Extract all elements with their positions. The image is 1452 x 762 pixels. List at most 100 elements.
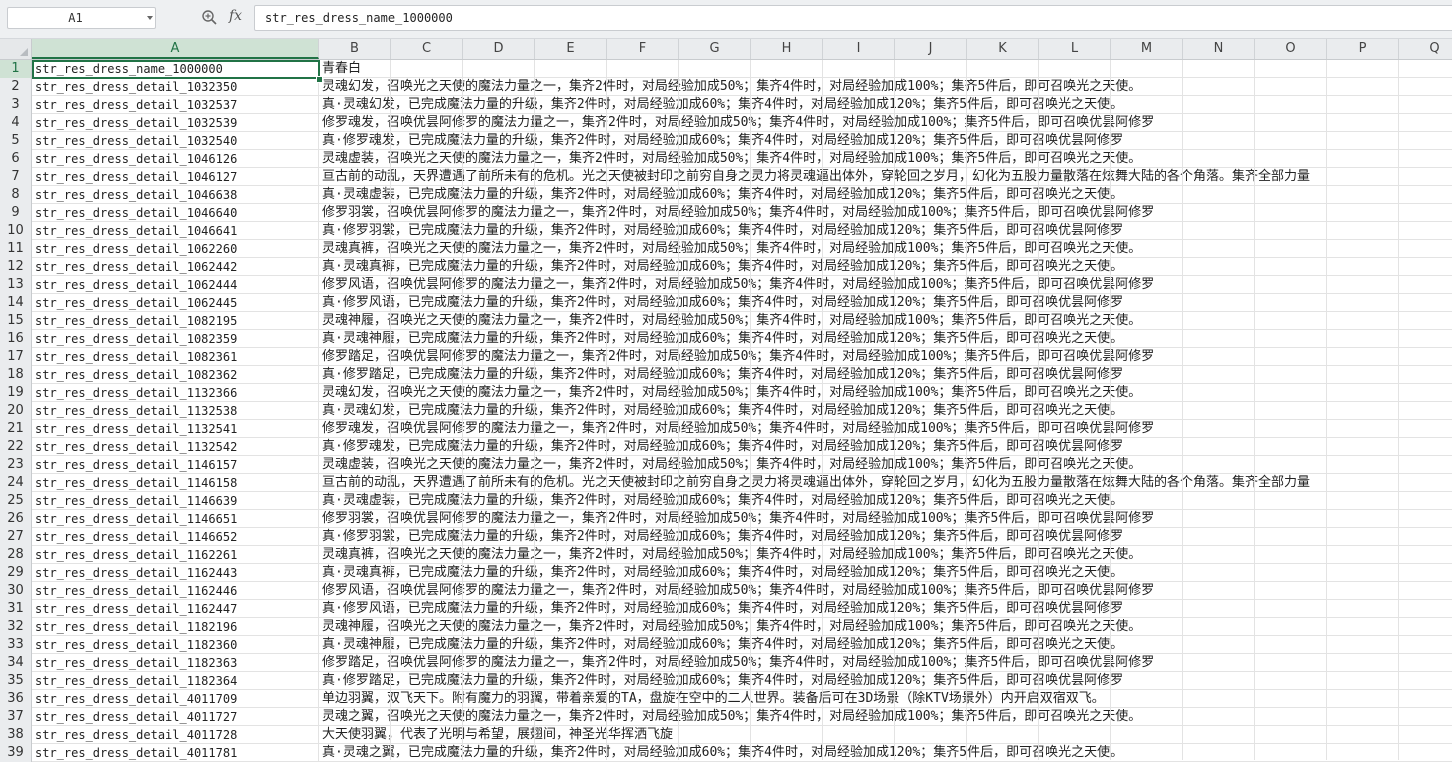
cell-a[interactable]: str_res_dress_name_1000000	[32, 60, 319, 78]
row-number[interactable]: 8	[0, 186, 32, 204]
cell-b[interactable]: 青春白	[319, 60, 1452, 78]
column-header-p[interactable]: P	[1327, 39, 1399, 59]
row-number[interactable]: 19	[0, 384, 32, 402]
name-box[interactable]: A1	[7, 7, 156, 29]
row-number[interactable]: 10	[0, 222, 32, 240]
formula-input[interactable]: str_res_dress_name_1000000	[254, 5, 1452, 31]
column-header-q[interactable]: Q	[1399, 39, 1452, 59]
cell-a[interactable]: str_res_dress_detail_1132541	[32, 420, 319, 438]
cell-a[interactable]: str_res_dress_detail_1182196	[32, 618, 319, 636]
cell-a[interactable]: str_res_dress_detail_1162443	[32, 564, 319, 582]
cell-b[interactable]: 真·灵魂虚装，已完成魔法力量的升级，集齐2件时，对局经验加成60%；集齐4件时，…	[319, 492, 1452, 510]
row-number[interactable]: 26	[0, 510, 32, 528]
cell-b[interactable]: 真·灵魂神履，已完成魔法力量的升级，集齐2件时，对局经验加成60%；集齐4件时，…	[319, 330, 1452, 348]
row-number[interactable]: 18	[0, 366, 32, 384]
fill-handle[interactable]	[316, 76, 323, 83]
row-number[interactable]: 38	[0, 726, 32, 744]
cell-a[interactable]: str_res_dress_detail_1082361	[32, 348, 319, 366]
column-header-m[interactable]: M	[1111, 39, 1183, 59]
row-number[interactable]: 31	[0, 600, 32, 618]
row-number[interactable]: 32	[0, 618, 32, 636]
cell-a[interactable]: str_res_dress_detail_1162261	[32, 546, 319, 564]
row-number[interactable]: 4	[0, 114, 32, 132]
cell-b[interactable]: 真·灵魂真裤，已完成魔法力量的升级，集齐2件时，对局经验加成60%；集齐4件时，…	[319, 564, 1452, 582]
cell-a[interactable]: str_res_dress_detail_1146652	[32, 528, 319, 546]
column-header-l[interactable]: L	[1039, 39, 1111, 59]
row-number[interactable]: 3	[0, 96, 32, 114]
cell-b[interactable]: 修罗踏足，召唤优昙阿修罗的魔法力量之一，集齐2件时，对局经验加成50%；集齐4件…	[319, 348, 1452, 366]
cell-b[interactable]: 真·修罗魂发，已完成魔法力量的升级，集齐2件时，对局经验加成60%；集齐4件时，…	[319, 438, 1452, 456]
cell-a[interactable]: str_res_dress_detail_1082362	[32, 366, 319, 384]
cell-a[interactable]: str_res_dress_detail_1082195	[32, 312, 319, 330]
column-header-n[interactable]: N	[1183, 39, 1255, 59]
column-header-f[interactable]: F	[607, 39, 679, 59]
column-header-a[interactable]: A	[32, 39, 319, 59]
cell-b[interactable]: 真·灵魂之翼，已完成魔法力量的升级，集齐2件时，对局经验加成60%；集齐4件时，…	[319, 744, 1452, 762]
row-number[interactable]: 1	[0, 60, 32, 78]
column-header-b[interactable]: B	[319, 39, 391, 59]
cell-a[interactable]: str_res_dress_detail_1062260	[32, 240, 319, 258]
cell-b[interactable]: 灵魂幻发，召唤光之天使的魔法力量之一，集齐2件时，对局经验加成50%；集齐4件时…	[319, 384, 1452, 402]
cell-a[interactable]: str_res_dress_detail_4011709	[32, 690, 319, 708]
cell-a[interactable]: str_res_dress_detail_1146158	[32, 474, 319, 492]
row-number[interactable]: 13	[0, 276, 32, 294]
row-number[interactable]: 2	[0, 78, 32, 96]
row-number[interactable]: 6	[0, 150, 32, 168]
cell-b[interactable]: 真·灵魂神履，已完成魔法力量的升级，集齐2件时，对局经验加成60%；集齐4件时，…	[319, 636, 1452, 654]
select-all-corner[interactable]	[0, 39, 32, 59]
row-number[interactable]: 15	[0, 312, 32, 330]
cell-a[interactable]: str_res_dress_detail_1046638	[32, 186, 319, 204]
cell-b[interactable]: 真·修罗羽裳，已完成魔法力量的升级，集齐2件时，对局经验加成60%；集齐4件时，…	[319, 222, 1452, 240]
column-header-j[interactable]: J	[895, 39, 967, 59]
cell-a[interactable]: str_res_dress_detail_1032540	[32, 132, 319, 150]
cell-a[interactable]: str_res_dress_detail_1182364	[32, 672, 319, 690]
column-header-k[interactable]: K	[967, 39, 1039, 59]
cell-b[interactable]: 灵魂真裤，召唤光之天使的魔法力量之一，集齐2件时，对局经验加成50%；集齐4件时…	[319, 546, 1452, 564]
row-number[interactable]: 21	[0, 420, 32, 438]
cell-a[interactable]: str_res_dress_detail_1032350	[32, 78, 319, 96]
row-number[interactable]: 5	[0, 132, 32, 150]
cell-b[interactable]: 真·灵魂真裤，已完成魔法力量的升级，集齐2件时，对局经验加成60%；集齐4件时，…	[319, 258, 1452, 276]
column-header-c[interactable]: C	[391, 39, 463, 59]
row-number[interactable]: 9	[0, 204, 32, 222]
cell-a[interactable]: str_res_dress_detail_1132542	[32, 438, 319, 456]
row-number[interactable]: 16	[0, 330, 32, 348]
column-header-d[interactable]: D	[463, 39, 535, 59]
cell-b[interactable]: 灵魂真裤，召唤光之天使的魔法力量之一，集齐2件时，对局经验加成50%；集齐4件时…	[319, 240, 1452, 258]
cell-b[interactable]: 修罗风语，召唤优昙阿修罗的魔法力量之一，集齐2件时，对局经验加成50%；集齐4件…	[319, 276, 1452, 294]
cell-b[interactable]: 大天使羽翼，代表了光明与希望，展翅间，神圣光华挥洒飞旋	[319, 726, 1452, 744]
cell-a[interactable]: str_res_dress_detail_1132366	[32, 384, 319, 402]
chevron-down-icon[interactable]	[147, 16, 153, 20]
cell-b[interactable]: 真·灵魂幻发，已完成魔法力量的升级，集齐2件时，对局经验加成60%；集齐4件时，…	[319, 402, 1452, 420]
cell-a[interactable]: str_res_dress_detail_1062444	[32, 276, 319, 294]
cell-b[interactable]: 修罗羽裳，召唤优昙阿修罗的魔法力量之一，集齐2件时，对局经验加成50%；集齐4件…	[319, 204, 1452, 222]
row-number[interactable]: 11	[0, 240, 32, 258]
column-header-g[interactable]: G	[679, 39, 751, 59]
cell-a[interactable]: str_res_dress_detail_4011728	[32, 726, 319, 744]
fx-icon[interactable]: fx	[229, 8, 242, 24]
cell-a[interactable]: str_res_dress_detail_1146639	[32, 492, 319, 510]
row-number[interactable]: 36	[0, 690, 32, 708]
row-number[interactable]: 24	[0, 474, 32, 492]
cell-a[interactable]: str_res_dress_detail_1046126	[32, 150, 319, 168]
row-number[interactable]: 7	[0, 168, 32, 186]
row-number[interactable]: 12	[0, 258, 32, 276]
cell-b[interactable]: 修罗风语，召唤优昙阿修罗的魔法力量之一，集齐2件时，对局经验加成50%；集齐4件…	[319, 582, 1452, 600]
cell-a[interactable]: str_res_dress_detail_4011727	[32, 708, 319, 726]
cell-b[interactable]: 修罗魂发，召唤优昙阿修罗的魔法力量之一，集齐2件时，对局经验加成50%；集齐4件…	[319, 420, 1452, 438]
cell-b[interactable]: 修罗踏足，召唤优昙阿修罗的魔法力量之一，集齐2件时，对局经验加成50%；集齐4件…	[319, 654, 1452, 672]
cell-a[interactable]: str_res_dress_detail_1182360	[32, 636, 319, 654]
cell-a[interactable]: str_res_dress_detail_1032537	[32, 96, 319, 114]
cell-b[interactable]: 修罗魂发，召唤优昙阿修罗的魔法力量之一，集齐2件时，对局经验加成50%；集齐4件…	[319, 114, 1452, 132]
column-header-h[interactable]: H	[751, 39, 823, 59]
cell-a[interactable]: str_res_dress_detail_1062445	[32, 294, 319, 312]
row-number[interactable]: 20	[0, 402, 32, 420]
sheet-grid[interactable]: 1 str_res_dress_name_1000000 青春白 2 str_res_d…	[0, 60, 1452, 762]
cell-a[interactable]: str_res_dress_detail_1182363	[32, 654, 319, 672]
cell-b[interactable]: 真·灵魂虚装，已完成魔法力量的升级，集齐2件时，对局经验加成60%；集齐4件时，…	[319, 186, 1452, 204]
cell-a[interactable]: str_res_dress_detail_1046641	[32, 222, 319, 240]
cell-b[interactable]: 真·修罗风语，已完成魔法力量的升级，集齐2件时，对局经验加成60%；集齐4件时，…	[319, 600, 1452, 618]
cell-a[interactable]: str_res_dress_detail_1146157	[32, 456, 319, 474]
cell-a[interactable]: str_res_dress_detail_4011781	[32, 744, 319, 762]
cell-a[interactable]: str_res_dress_detail_1046640	[32, 204, 319, 222]
